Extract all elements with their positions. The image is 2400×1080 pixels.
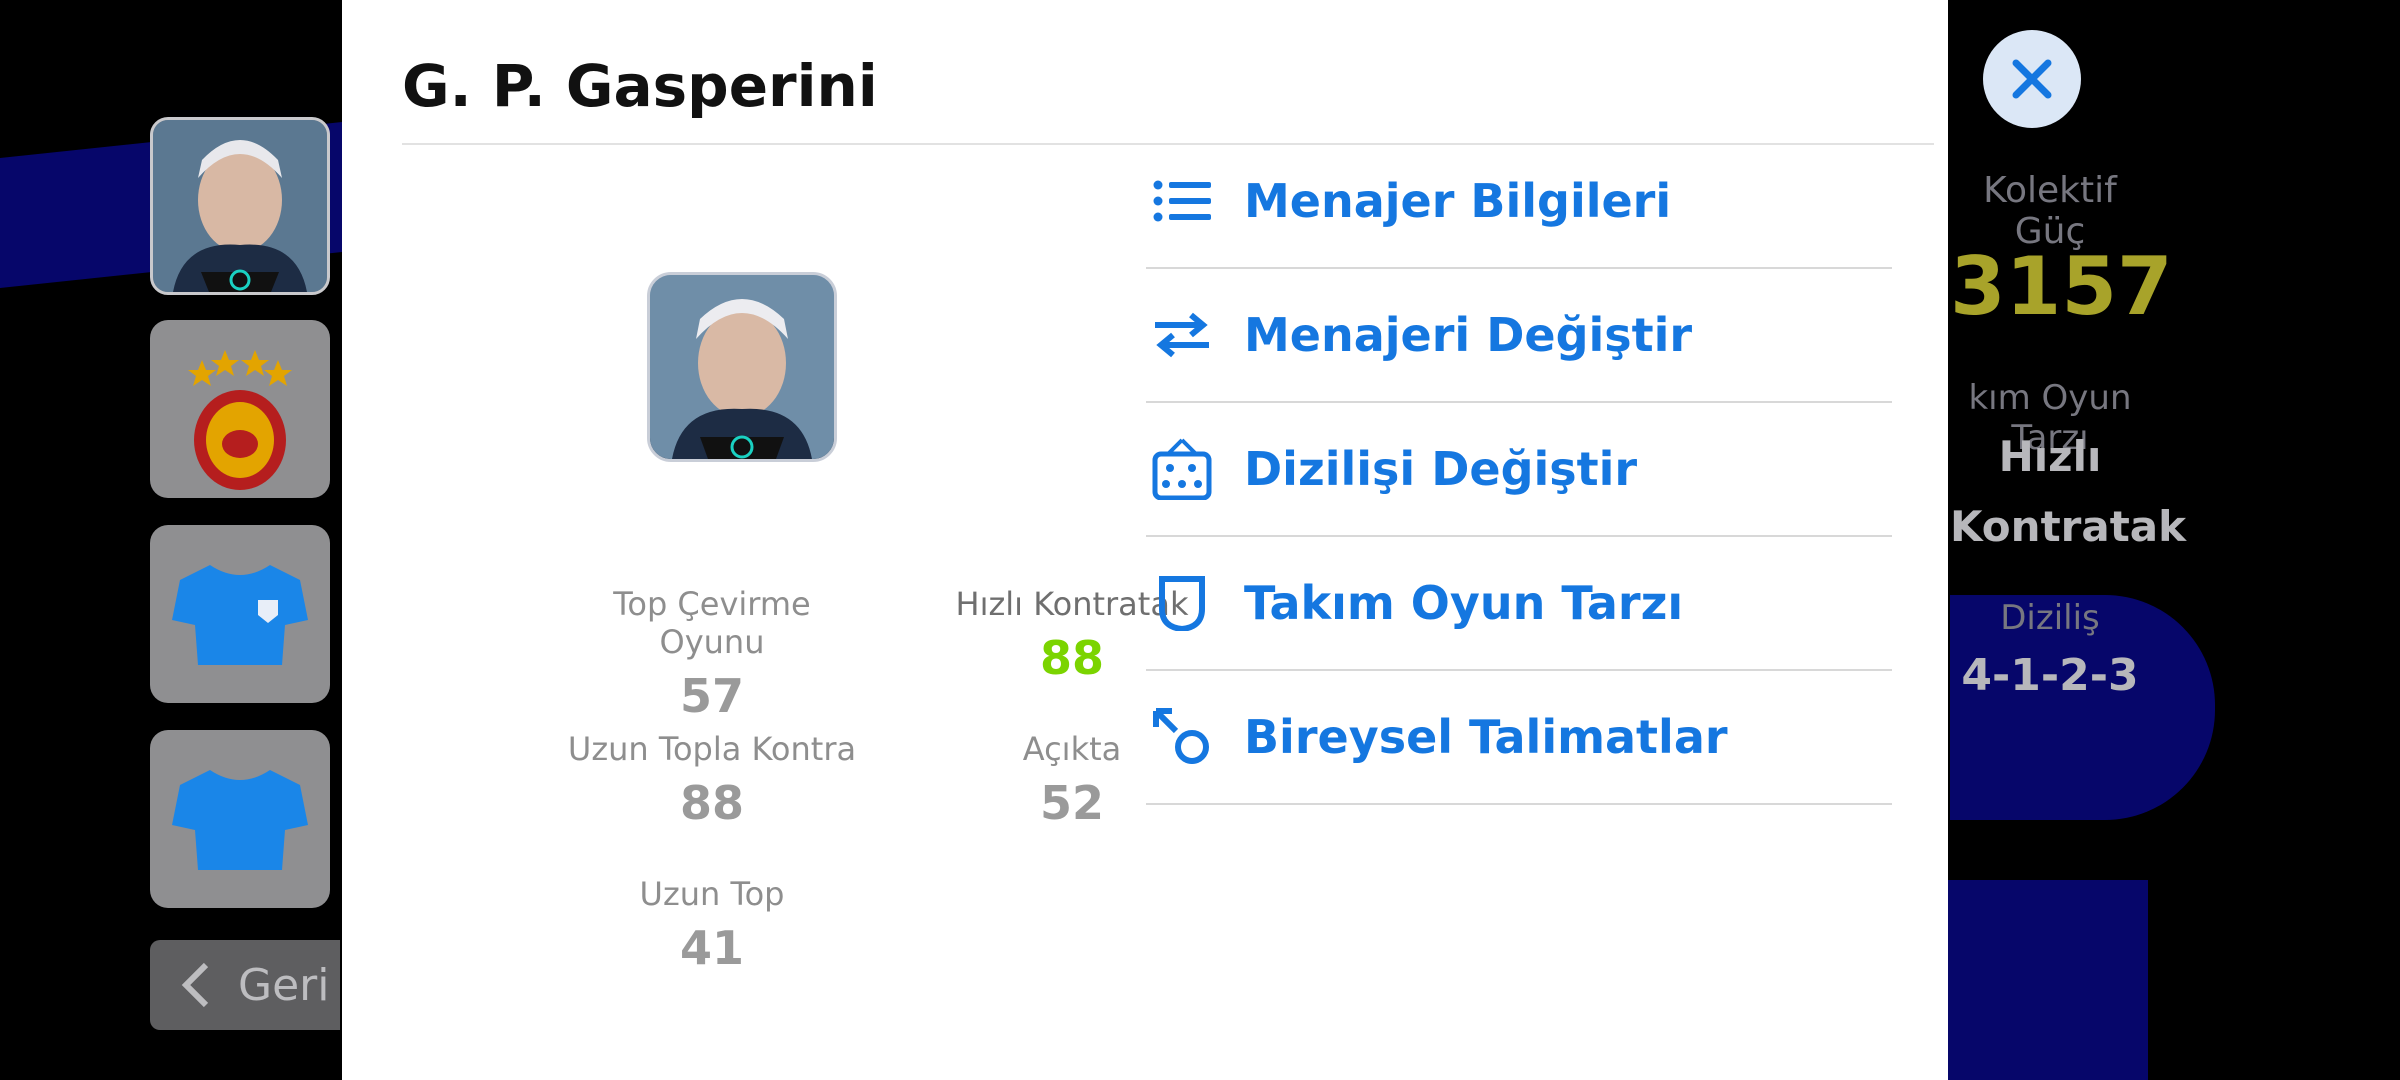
swap-arrows-icon: [1152, 305, 1212, 365]
jersey-icon: [172, 770, 308, 870]
away-kit-card[interactable]: [150, 730, 330, 908]
team-style-value-line1: Hızlı: [1998, 432, 2102, 481]
chevron-left-icon: [181, 962, 209, 1008]
shield-icon: [1152, 573, 1212, 633]
formation-label: Diziliş: [2000, 598, 2100, 638]
menu-label: Takım Oyun Tarzı: [1244, 576, 1684, 630]
stat-value: 41: [679, 921, 744, 975]
menu-change-manager[interactable]: Menajeri Değiştir: [1146, 269, 1892, 403]
stat-label: Top Çevirme Oyunu: [613, 585, 811, 661]
club-crest-icon: [188, 350, 292, 490]
team-style-value-line2: Kontratak: [1950, 502, 2187, 551]
list-icon: [1152, 171, 1212, 231]
menu-label: Menajer Bilgileri: [1244, 174, 1672, 228]
background-stripe: [1948, 880, 2148, 1080]
collective-power-value: 3157: [1950, 240, 2173, 333]
stat-long-ball-counter: Uzun Topla Kontra 88: [562, 730, 862, 830]
dialog-title: G. P. Gasperini: [402, 52, 878, 120]
instruction-arrow-icon: [1152, 707, 1212, 767]
stat-value: 88: [679, 776, 744, 830]
formation-value: 4-1-2-3: [1961, 650, 2139, 701]
manager-photo: [650, 275, 834, 459]
formation-board-icon: [1152, 438, 1212, 500]
stat-value: 57: [679, 669, 744, 723]
stat-possession: Top Çevirme Oyunu 57: [562, 585, 862, 723]
stat-label: Uzun Topla Kontra: [567, 730, 857, 768]
close-button[interactable]: [1983, 30, 2081, 128]
menu-label: Menajeri Değiştir: [1244, 308, 1693, 362]
back-label: Geri: [238, 959, 330, 1011]
menu-team-playstyle[interactable]: Takım Oyun Tarzı: [1146, 537, 1892, 671]
jersey-icon: [172, 565, 308, 665]
manager-dialog: G. P. Gasperini Top Çevirme Oyunu 57 Hız…: [342, 0, 1948, 1080]
menu-label: Bireysel Talimatlar: [1244, 710, 1728, 764]
stat-long-ball: Uzun Top 41: [562, 875, 862, 975]
home-kit-card[interactable]: [150, 525, 330, 703]
stat-label: Uzun Top: [639, 875, 785, 913]
menu-change-formation[interactable]: Dizilişi Değiştir: [1146, 403, 1892, 537]
manager-card[interactable]: [150, 117, 330, 295]
team-card[interactable]: [150, 320, 330, 498]
menu-label: Dizilişi Değiştir: [1244, 442, 1638, 496]
back-button[interactable]: Geri: [150, 940, 340, 1030]
action-menu: Menajer Bilgileri Menajeri Değiştir Dizi…: [1146, 135, 1892, 805]
manager-portrait-thumb: [153, 120, 327, 292]
menu-individual-instructions[interactable]: Bireysel Talimatlar: [1146, 671, 1892, 805]
close-icon: [2012, 59, 2052, 99]
menu-manager-info[interactable]: Menajer Bilgileri: [1146, 135, 1892, 269]
manager-portrait: [647, 272, 837, 462]
